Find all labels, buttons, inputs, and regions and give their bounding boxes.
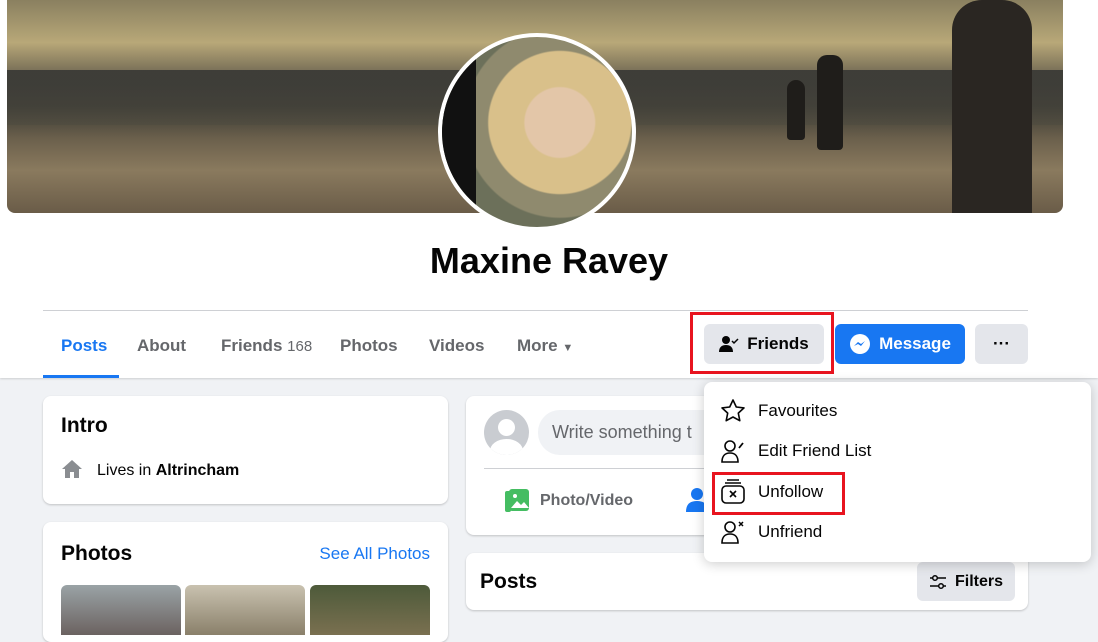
menu-label: Favourites (758, 401, 838, 420)
tab-photos[interactable]: Photos (340, 336, 398, 356)
highlight-box (690, 312, 834, 374)
menu-item-edit-friend-list[interactable]: Edit Friend List (720, 433, 871, 469)
message-button[interactable]: Message (835, 324, 965, 364)
filters-button[interactable]: Filters (917, 562, 1015, 601)
menu-label: Unfriend (758, 522, 823, 541)
active-tab-indicator (43, 375, 119, 378)
photo-thumbnail[interactable] (61, 585, 181, 635)
highlight-box (712, 472, 845, 515)
divider (43, 310, 1028, 311)
intro-title: Intro (61, 414, 108, 437)
photos-title: Photos (61, 542, 133, 565)
photo-icon (505, 489, 529, 512)
home-icon (62, 460, 82, 478)
profile-picture[interactable] (438, 33, 636, 231)
tab-videos[interactable]: Videos (429, 336, 484, 356)
tab-posts[interactable]: Posts (61, 336, 107, 356)
photo-video-button[interactable]: Photo/Video (504, 488, 633, 514)
friends-count: 168 (287, 338, 313, 355)
tab-more[interactable]: More ▼ (517, 336, 573, 356)
menu-item-favourites[interactable]: Favourites (720, 393, 837, 429)
star-icon (721, 399, 745, 422)
more-options-button[interactable]: ··· (975, 324, 1028, 364)
menu-label: Edit Friend List (758, 441, 872, 460)
see-all-photos-link[interactable]: See All Photos (319, 544, 430, 564)
unfriend-icon (721, 521, 744, 544)
caret-down-icon: ▼ (562, 342, 574, 354)
profile-header: Maxine Ravey Posts About Friends 168 Pho… (0, 0, 1098, 378)
tab-friends[interactable]: Friends 168 (221, 336, 312, 356)
message-label: Message (879, 334, 951, 353)
intro-card: Intro Lives in Altrincham (43, 396, 448, 504)
city-link[interactable]: Altrincham (156, 462, 240, 479)
lives-prefix: Lives in (97, 462, 152, 479)
profile-name: Maxine Ravey (429, 240, 669, 281)
photo-video-label: Photo/Video (540, 492, 634, 509)
messenger-icon (850, 334, 871, 354)
edit-friend-icon (721, 440, 744, 463)
menu-item-unfriend[interactable]: Unfriend (720, 514, 822, 550)
posts-title: Posts (480, 570, 538, 593)
photo-thumbnail[interactable] (310, 585, 430, 635)
photo-thumbnail[interactable] (185, 585, 305, 635)
tab-label: Friends (221, 336, 283, 355)
tab-about[interactable]: About (137, 336, 186, 356)
tab-label: More (517, 336, 558, 355)
lives-in: Lives in Altrincham (97, 462, 239, 480)
filters-label: Filters (954, 572, 1003, 590)
user-avatar[interactable] (484, 410, 529, 455)
sliders-icon (929, 574, 946, 589)
